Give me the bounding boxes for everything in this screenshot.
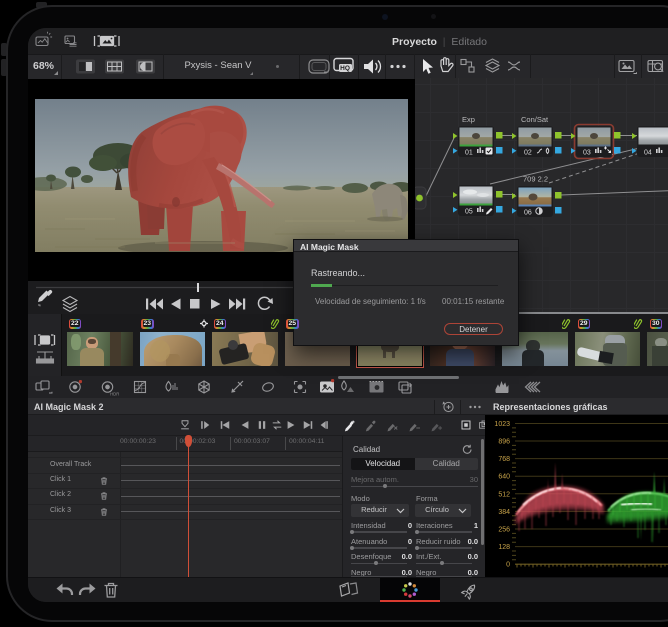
svg-text:03: 03 bbox=[583, 150, 591, 157]
svg-text:1023: 1023 bbox=[494, 421, 510, 428]
svg-text:0: 0 bbox=[506, 562, 510, 569]
svg-text:04: 04 bbox=[644, 150, 652, 157]
svg-text:896: 896 bbox=[498, 439, 510, 446]
svg-text:Exp: Exp bbox=[462, 115, 475, 124]
svg-text:384: 384 bbox=[498, 509, 510, 516]
svg-text:Con/Sat: Con/Sat bbox=[521, 115, 549, 124]
svg-text:HQ: HQ bbox=[340, 65, 350, 72]
svg-text:768: 768 bbox=[498, 456, 510, 463]
svg-text:640: 640 bbox=[498, 474, 510, 481]
svg-text:02: 02 bbox=[524, 150, 532, 157]
svg-text:256: 256 bbox=[498, 527, 510, 534]
svg-text:05: 05 bbox=[465, 209, 473, 216]
svg-text:HDR: HDR bbox=[110, 392, 119, 397]
svg-text:128: 128 bbox=[498, 544, 510, 551]
svg-text:512: 512 bbox=[498, 491, 510, 498]
svg-text:709 2.2: 709 2.2 bbox=[523, 175, 548, 184]
svg-text:06: 06 bbox=[524, 210, 532, 217]
svg-text:01: 01 bbox=[465, 150, 473, 157]
